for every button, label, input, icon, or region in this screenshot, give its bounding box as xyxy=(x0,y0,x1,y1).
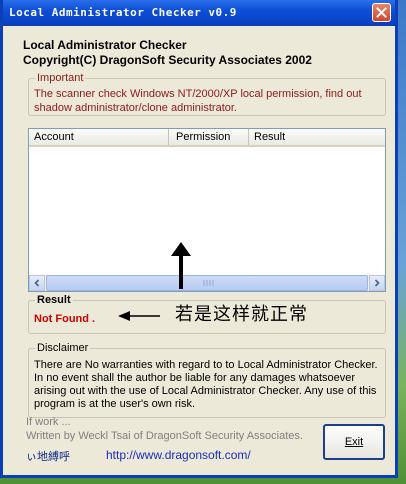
horizontal-scrollbar[interactable] xyxy=(29,275,385,291)
scroll-thumb[interactable] xyxy=(46,275,368,291)
close-icon xyxy=(376,7,387,18)
important-text: The scanner check Windows NT/2000/XP loc… xyxy=(34,88,362,114)
copyright-text: Copyright(C) DragonSoft Security Associa… xyxy=(23,53,312,67)
author-text: Written by Weckl Tsai of DragonSoft Secu… xyxy=(26,430,303,442)
column-permission[interactable]: Permission xyxy=(169,129,249,145)
annotation-text: 若是这样就正常 xyxy=(175,304,308,325)
credit-text: ぃ地縛呼 xyxy=(26,451,70,463)
important-group: Important The scanner check Windows NT/2… xyxy=(28,72,386,116)
app-window: Local Administrator Checker v0.9 Local A… xyxy=(0,0,398,478)
title-bar[interactable]: Local Administrator Checker v0.9 xyxy=(3,0,395,26)
results-list[interactable]: Account Permission Result xyxy=(28,128,386,292)
column-result[interactable]: Result xyxy=(249,129,385,145)
important-label: Important xyxy=(35,72,86,84)
close-button[interactable] xyxy=(372,3,391,22)
website-link[interactable]: http://www.dragonsoft.com/ xyxy=(106,448,251,462)
scroll-left-button[interactable] xyxy=(29,275,45,291)
window-title: Local Administrator Checker v0.9 xyxy=(9,6,237,19)
chevron-right-icon xyxy=(374,279,380,287)
column-account[interactable]: Account xyxy=(29,129,169,145)
window-content: Local Administrator Checker Copyright(C)… xyxy=(3,26,395,478)
exit-button[interactable]: Exit xyxy=(323,424,385,460)
scroll-right-button[interactable] xyxy=(369,275,385,291)
result-label: Result xyxy=(35,294,73,306)
app-name: Local Administrator Checker xyxy=(23,38,187,52)
list-header: Account Permission Result xyxy=(29,129,385,147)
exit-button-label: Exit xyxy=(344,436,364,448)
grip-icon xyxy=(203,280,214,286)
chevron-left-icon xyxy=(34,279,40,287)
disclaimer-text: There are No warranties with regard to t… xyxy=(34,359,378,410)
disclaimer-label: Disclaimer xyxy=(35,342,91,354)
disclaimer-group: Disclaimer There are No warranties with … xyxy=(28,342,386,418)
result-value: Not Found . xyxy=(34,313,96,325)
status-text: If work ... xyxy=(26,416,71,428)
